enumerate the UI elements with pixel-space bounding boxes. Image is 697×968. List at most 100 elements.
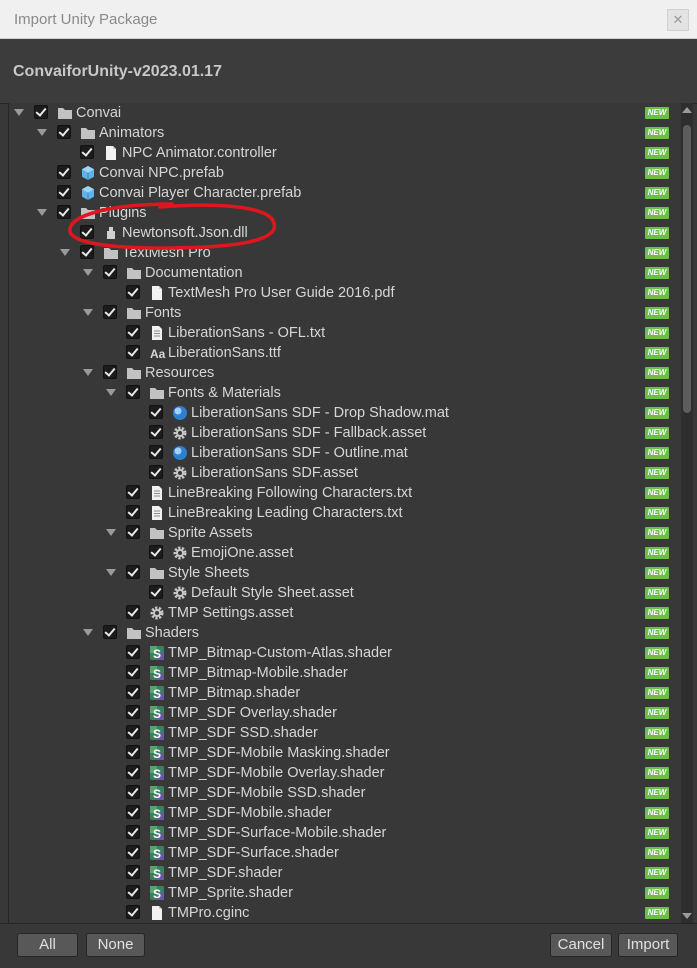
tree-row[interactable]: S TMP_Bitmap-Custom-Atlas.shader NEW [9, 643, 680, 663]
include-checkbox[interactable] [149, 585, 163, 599]
expand-arrow-icon[interactable] [106, 389, 116, 396]
tree-row[interactable]: S TMP_SDF-Mobile Overlay.shader NEW [9, 763, 680, 783]
tree-row[interactable]: LiberationSans SDF.asset NEW [9, 463, 680, 483]
tree-row[interactable]: Fonts NEW [9, 303, 680, 323]
expand-arrow-icon[interactable] [83, 269, 93, 276]
include-checkbox[interactable] [57, 205, 71, 219]
tree-row[interactable]: TMP Settings.asset NEW [9, 603, 680, 623]
expand-arrow-icon[interactable] [106, 569, 116, 576]
tree-row[interactable]: S TMP_SDF-Mobile.shader NEW [9, 803, 680, 823]
tree-row[interactable]: S TMP_Sprite.shader NEW [9, 883, 680, 903]
include-checkbox[interactable] [126, 665, 140, 679]
include-checkbox[interactable] [126, 845, 140, 859]
include-checkbox[interactable] [149, 405, 163, 419]
include-checkbox[interactable] [80, 225, 94, 239]
include-checkbox[interactable] [149, 425, 163, 439]
tree-row[interactable]: S TMP_SDF.shader NEW [9, 863, 680, 883]
tree-row[interactable]: Shaders NEW [9, 623, 680, 643]
include-checkbox[interactable] [80, 145, 94, 159]
import-button[interactable]: Import [618, 933, 678, 957]
tree-row[interactable]: Fonts & Materials NEW [9, 383, 680, 403]
include-checkbox[interactable] [103, 305, 117, 319]
close-button[interactable]: ✕ [667, 9, 689, 31]
include-checkbox[interactable] [149, 445, 163, 459]
include-checkbox[interactable] [57, 125, 71, 139]
tree-row[interactable]: LineBreaking Following Characters.txt NEW [9, 483, 680, 503]
include-checkbox[interactable] [126, 685, 140, 699]
include-checkbox[interactable] [126, 725, 140, 739]
include-checkbox[interactable] [149, 545, 163, 559]
include-checkbox[interactable] [126, 885, 140, 899]
tree-row[interactable]: LiberationSans - OFL.txt NEW [9, 323, 680, 343]
include-checkbox[interactable] [126, 905, 140, 919]
scroll-up-arrow-icon[interactable] [682, 107, 692, 113]
tree-row[interactable]: EmojiOne.asset NEW [9, 543, 680, 563]
include-checkbox[interactable] [80, 245, 94, 259]
tree-row[interactable]: Newtonsoft.Json.dll NEW [9, 223, 680, 243]
none-button[interactable]: None [86, 933, 145, 957]
tree-row[interactable]: LiberationSans SDF - Drop Shadow.mat NEW [9, 403, 680, 423]
include-checkbox[interactable] [126, 865, 140, 879]
include-checkbox[interactable] [126, 325, 140, 339]
tree-row[interactable]: TextMesh Pro NEW [9, 243, 680, 263]
tree-row[interactable]: S TMP_SDF-Mobile SSD.shader NEW [9, 783, 680, 803]
scroll-down-arrow-icon[interactable] [682, 913, 692, 919]
tree-row[interactable]: LiberationSans SDF - Outline.mat NEW [9, 443, 680, 463]
expand-arrow-icon[interactable] [106, 529, 116, 536]
tree-row[interactable]: Convai NEW [9, 103, 680, 123]
tree-row[interactable]: TMPro.cginc NEW [9, 903, 680, 923]
expand-arrow-icon[interactable] [83, 629, 93, 636]
tree-row[interactable]: TextMesh Pro User Guide 2016.pdf NEW [9, 283, 680, 303]
tree-row[interactable]: Resources NEW [9, 363, 680, 383]
include-checkbox[interactable] [149, 465, 163, 479]
tree-row[interactable]: S TMP_SDF-Surface-Mobile.shader NEW [9, 823, 680, 843]
expand-arrow-icon[interactable] [60, 249, 70, 256]
include-checkbox[interactable] [126, 505, 140, 519]
include-checkbox[interactable] [126, 785, 140, 799]
tree-row[interactable]: Convai NPC.prefab NEW [9, 163, 680, 183]
include-checkbox[interactable] [126, 285, 140, 299]
include-checkbox[interactable] [34, 105, 48, 119]
tree-row[interactable]: Plugins NEW [9, 203, 680, 223]
expand-arrow-icon[interactable] [83, 309, 93, 316]
tree-row[interactable]: Style Sheets NEW [9, 563, 680, 583]
expand-arrow-icon[interactable] [14, 109, 24, 116]
tree-row[interactable]: Default Style Sheet.asset NEW [9, 583, 680, 603]
include-checkbox[interactable] [126, 385, 140, 399]
expand-arrow-icon[interactable] [83, 369, 93, 376]
include-checkbox[interactable] [126, 705, 140, 719]
include-checkbox[interactable] [126, 605, 140, 619]
include-checkbox[interactable] [126, 805, 140, 819]
include-checkbox[interactable] [126, 745, 140, 759]
expand-arrow-icon[interactable] [37, 129, 47, 136]
tree-row[interactable]: Aa LiberationSans.ttf NEW [9, 343, 680, 363]
include-checkbox[interactable] [126, 645, 140, 659]
include-checkbox[interactable] [103, 365, 117, 379]
include-checkbox[interactable] [126, 565, 140, 579]
tree-row[interactable]: NPC Animator.controller NEW [9, 143, 680, 163]
tree-row[interactable]: Animators NEW [9, 123, 680, 143]
include-checkbox[interactable] [126, 345, 140, 359]
tree-row[interactable]: S TMP_Bitmap.shader NEW [9, 683, 680, 703]
tree-row[interactable]: LiberationSans SDF - Fallback.asset NEW [9, 423, 680, 443]
tree-scrollbar[interactable] [681, 103, 693, 923]
include-checkbox[interactable] [57, 165, 71, 179]
expand-arrow-icon[interactable] [37, 209, 47, 216]
include-checkbox[interactable] [103, 625, 117, 639]
scroll-thumb[interactable] [683, 125, 691, 413]
include-checkbox[interactable] [57, 185, 71, 199]
tree-row[interactable]: S TMP_Bitmap-Mobile.shader NEW [9, 663, 680, 683]
include-checkbox[interactable] [103, 265, 117, 279]
tree-row[interactable]: S TMP_SDF SSD.shader NEW [9, 723, 680, 743]
include-checkbox[interactable] [126, 485, 140, 499]
tree-row[interactable]: Sprite Assets NEW [9, 523, 680, 543]
tree-row[interactable]: LineBreaking Leading Characters.txt NEW [9, 503, 680, 523]
cancel-button[interactable]: Cancel [550, 933, 612, 957]
tree-row[interactable]: S TMP_SDF-Mobile Masking.shader NEW [9, 743, 680, 763]
tree-row[interactable]: Convai Player Character.prefab NEW [9, 183, 680, 203]
include-checkbox[interactable] [126, 525, 140, 539]
include-checkbox[interactable] [126, 765, 140, 779]
all-button[interactable]: All [17, 933, 78, 957]
tree-row[interactable]: Documentation NEW [9, 263, 680, 283]
tree-row[interactable]: S TMP_SDF-Surface.shader NEW [9, 843, 680, 863]
